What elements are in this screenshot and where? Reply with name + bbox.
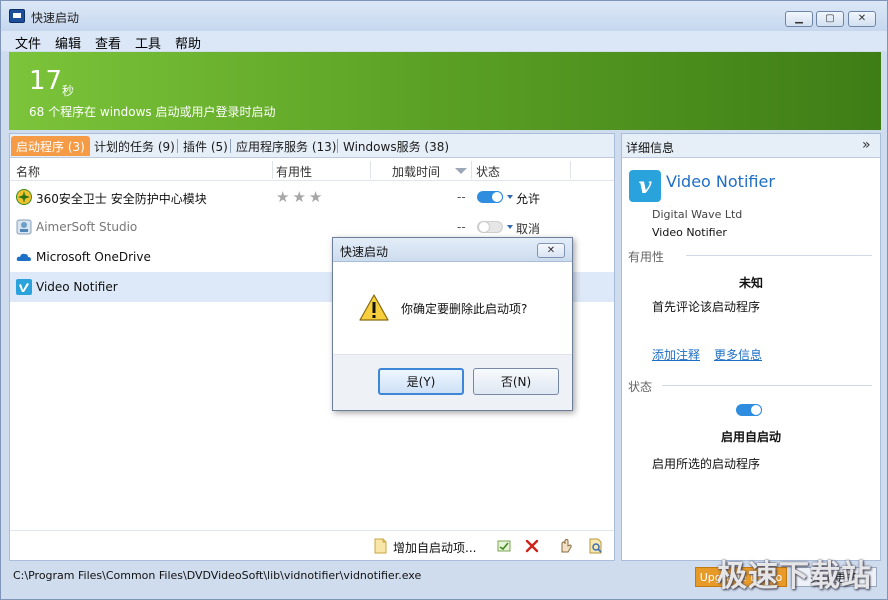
details-header: 详细信息 » bbox=[622, 134, 880, 158]
maximize-icon: ▢ bbox=[825, 13, 835, 24]
section-divider bbox=[662, 385, 872, 386]
minimize-button[interactable]: ▁ bbox=[785, 11, 813, 27]
close-icon: ✕ bbox=[857, 13, 867, 24]
program-name: Microsoft OneDrive bbox=[36, 250, 151, 264]
column-status[interactable]: 状态 bbox=[476, 163, 500, 180]
usefulness-value: 未知 bbox=[738, 276, 763, 290]
startup-seconds-unit: 秒 bbox=[62, 84, 75, 98]
dialog-footer: 是(Y) 否(N) bbox=[333, 354, 572, 410]
details-app-name: Video Notifier bbox=[666, 172, 775, 191]
banner-description: 68 个程序在 windows 启动或用户登录时启动 bbox=[29, 105, 276, 119]
enable-toggle[interactable] bbox=[477, 221, 503, 233]
enable-toggle[interactable] bbox=[477, 191, 503, 203]
add-startup-icon[interactable] bbox=[372, 538, 388, 554]
app-icon bbox=[9, 9, 25, 23]
sort-descending-icon bbox=[455, 168, 467, 174]
details-title: 详细信息 bbox=[626, 141, 675, 155]
chevron-down-icon[interactable] bbox=[507, 225, 513, 229]
column-separator[interactable] bbox=[370, 161, 371, 179]
toggle-knob bbox=[478, 221, 490, 233]
program-name: AimerSoft Studio bbox=[36, 220, 138, 234]
menu-edit[interactable]: 编辑 bbox=[55, 33, 81, 52]
minimize-icon: ▁ bbox=[795, 13, 803, 24]
chevron-down-icon[interactable] bbox=[507, 195, 513, 199]
details-file: Video Notifier bbox=[652, 226, 727, 239]
menu-help[interactable]: 帮助 bbox=[175, 33, 201, 52]
load-time: -- bbox=[457, 190, 466, 204]
details-vendor: Digital Wave Ltd bbox=[652, 208, 743, 221]
hand-icon[interactable] bbox=[557, 538, 573, 554]
maximize-button[interactable]: ▢ bbox=[816, 11, 844, 27]
toggle-knob bbox=[750, 404, 762, 416]
menu-file[interactable]: 文件 bbox=[15, 33, 41, 52]
close-icon: ✕ bbox=[546, 245, 556, 256]
program-name: Video Notifier bbox=[36, 280, 118, 294]
dialog-message: 你确定要删除此启动项? bbox=[401, 302, 528, 316]
close-button[interactable]: ✕ bbox=[848, 11, 876, 27]
bottom-toolbar: 增加自启动项... bbox=[10, 530, 614, 560]
delete-icon[interactable] bbox=[524, 538, 540, 554]
usefulness-section-label: 有用性 bbox=[628, 250, 665, 264]
toggle-knob bbox=[491, 191, 503, 203]
onedrive-cloud-icon bbox=[16, 253, 31, 261]
dialog-close-button[interactable]: ✕ bbox=[537, 243, 565, 258]
warning-icon bbox=[359, 294, 389, 321]
program-name: 360安全卫士 安全防护中心模块 bbox=[36, 192, 207, 206]
aimersoft-icon bbox=[16, 219, 32, 235]
startup-seconds: 17 bbox=[29, 66, 63, 96]
yes-button[interactable]: 是(Y) bbox=[378, 368, 464, 395]
tab-plugins[interactable]: 插件 (5) bbox=[178, 136, 233, 156]
vimeo-icon bbox=[16, 279, 32, 295]
more-info-link[interactable]: 更多信息 bbox=[714, 346, 762, 363]
usefulness-rating[interactable]: ★★★ bbox=[276, 188, 325, 206]
dialog-title-bar: 快速启动 ✕ bbox=[333, 238, 572, 262]
status-section-label: 状态 bbox=[628, 380, 653, 394]
column-separator[interactable] bbox=[272, 161, 273, 179]
title-bar: 快速启动 ▁ ▢ ✕ bbox=[1, 1, 887, 31]
menu-tools[interactable]: 工具 bbox=[135, 33, 161, 52]
tab-startup-programs[interactable]: 启动程序 (3) bbox=[11, 136, 90, 156]
startup-time-banner: 17 秒 68 个程序在 windows 启动或用户登录时启动 bbox=[9, 52, 881, 130]
details-panel: 详细信息 » v Video Notifier Digital Wave Ltd… bbox=[621, 133, 881, 561]
add-startup-button[interactable]: 增加自启动项... bbox=[393, 539, 476, 556]
360-shield-icon bbox=[16, 189, 32, 205]
column-usefulness[interactable]: 有用性 bbox=[276, 163, 312, 180]
window-title: 快速启动 bbox=[31, 11, 80, 25]
rate-prompt: 首先评论该启动程序 bbox=[652, 300, 761, 314]
collapse-icon[interactable]: » bbox=[862, 137, 871, 153]
confirm-delete-dialog: 快速启动 ✕ 你确定要删除此启动项? 是(Y) 否(N) bbox=[332, 237, 573, 411]
details-enable-toggle[interactable] bbox=[736, 404, 762, 416]
column-name[interactable]: 名称 bbox=[16, 163, 40, 180]
dialog-title: 快速启动 bbox=[340, 245, 389, 259]
watermark: 极速下载站 bbox=[717, 559, 872, 594]
add-note-link[interactable]: 添加注释 bbox=[652, 346, 700, 363]
status-value: 启用自启动 bbox=[720, 430, 781, 444]
menu-view[interactable]: 查看 bbox=[95, 33, 121, 52]
menu-bar: 文件 编辑 查看 工具 帮助 bbox=[1, 31, 887, 52]
tab-windows-services[interactable]: Windows服务 (38) bbox=[338, 136, 454, 156]
status-description: 启用所选的启动程序 bbox=[652, 457, 761, 471]
file-path: C:\Program Files\Common Files\DVDVideoSo… bbox=[13, 569, 422, 582]
column-separator[interactable] bbox=[570, 161, 571, 179]
table-row[interactable]: 360安全卫士 安全防护中心模块 ★★★ -- 允许 bbox=[10, 182, 614, 212]
load-time: -- bbox=[457, 220, 466, 234]
tab-strip: 启动程序 (3) 计划的任务 (9) 插件 (5) 应用程序服务 (13) Wi… bbox=[10, 134, 614, 158]
no-button[interactable]: 否(N) bbox=[473, 368, 559, 395]
edit-icon[interactable] bbox=[496, 538, 512, 554]
column-separator[interactable] bbox=[471, 161, 472, 179]
main-window: 快速启动 ▁ ▢ ✕ 文件 编辑 查看 工具 帮助 17 秒 68 个程序在 w… bbox=[0, 0, 888, 600]
tab-scheduled-tasks[interactable]: 计划的任务 (9) bbox=[89, 136, 180, 156]
search-file-icon[interactable] bbox=[588, 538, 604, 554]
status-text: 取消 bbox=[516, 222, 541, 236]
section-divider bbox=[686, 255, 872, 256]
column-load-time[interactable]: 加载时间 bbox=[392, 163, 440, 180]
tab-app-services[interactable]: 应用程序服务 (13) bbox=[231, 136, 341, 156]
column-header: 名称 有用性 加载时间 状态 bbox=[10, 159, 614, 181]
vimeo-logo-icon: v bbox=[629, 170, 661, 202]
status-text: 允许 bbox=[516, 192, 541, 206]
